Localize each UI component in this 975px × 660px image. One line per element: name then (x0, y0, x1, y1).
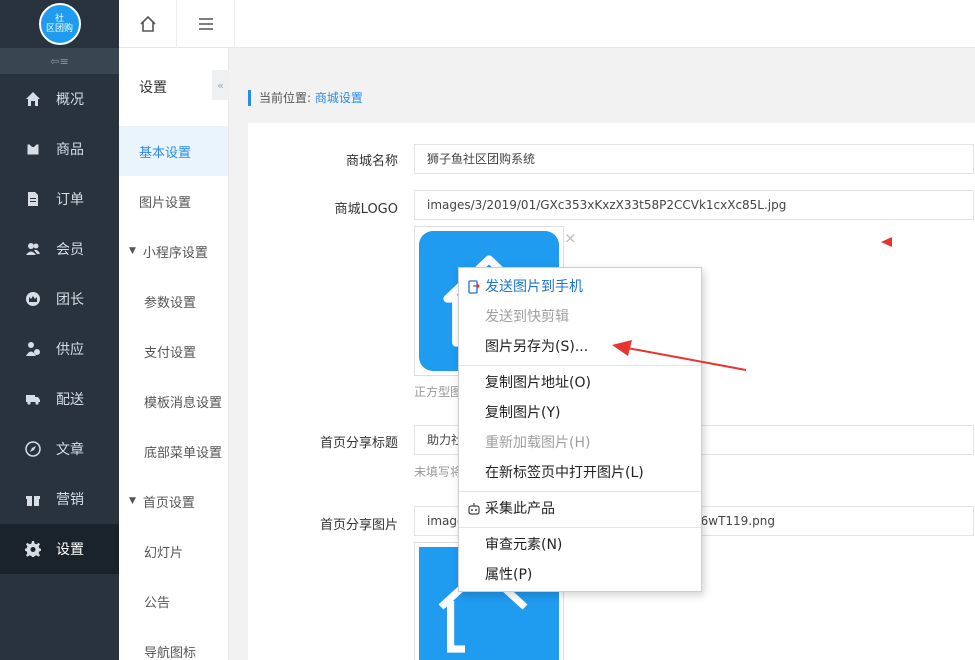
logo-line-1: 社 (54, 14, 64, 24)
sidebar-item-label: 概况 (56, 92, 84, 108)
menu-reload-image[interactable]: 重新加载图片(H) (459, 428, 701, 458)
sidebar-item-overview[interactable]: 概况 (0, 74, 119, 124)
sidebar-item-settings[interactable]: 设置 (0, 524, 119, 574)
sidebar-item-label: 订单 (56, 192, 84, 208)
home-button[interactable] (119, 0, 177, 48)
menu-save-image-as[interactable]: 图片另存为(S)... (459, 332, 701, 362)
subnav-item-params[interactable]: 参数设置 (119, 276, 228, 326)
subnav-item-template-msg[interactable]: 模板消息设置 (119, 376, 228, 426)
subnav-collapse-button[interactable]: « (212, 70, 229, 100)
sidebar-collapse-button[interactable]: ⇦≡ (0, 48, 119, 74)
home-icon (24, 90, 42, 108)
compass-icon (24, 440, 42, 458)
menu-collect-product[interactable]: 采集此产品 (459, 494, 701, 524)
menu-open-image-new-tab[interactable]: 在新标签页中打开图片(L) (459, 458, 701, 488)
logo-hint: 正方型图 (414, 385, 463, 399)
menu-toggle-button[interactable] (177, 0, 235, 48)
sidebar-item-label: 团长 (56, 292, 84, 308)
breadcrumb: 当前位置: 商城设置 (248, 90, 363, 106)
subnav-group-miniapp[interactable]: ▼ 小程序设置 (119, 226, 228, 276)
menu-copy-image-address[interactable]: 复制图片地址(O) (459, 368, 701, 398)
robot-icon (468, 503, 480, 515)
home-outline-icon (139, 15, 156, 32)
main-sidebar: 社 区团购 ⇦≡ 概况 商品 订单 会员 团长 供应 配送 文章 营销 设置 (0, 0, 119, 660)
phone-send-icon (468, 280, 480, 294)
sidebar-item-label: 配送 (56, 392, 84, 408)
caret-down-icon: ▼ (129, 246, 136, 256)
context-menu: 发送图片到手机 发送到快剪辑 图片另存为(S)... 复制图片地址(O) 复制图… (458, 267, 702, 592)
gear-icon (24, 540, 42, 558)
breadcrumb-current[interactable]: 商城设置 (315, 91, 363, 105)
sidebar-item-label: 文章 (56, 442, 84, 458)
menu-copy-image[interactable]: 复制图片(Y) (459, 398, 701, 428)
collapse-left-icon: ⇦≡ (50, 54, 69, 68)
subnav-group-home[interactable]: ▼ 首页设置 (119, 476, 228, 526)
remove-logo-icon[interactable]: × (564, 229, 577, 247)
sidebar-item-label: 供应 (56, 342, 84, 358)
sidebar-item-label: 商品 (56, 142, 84, 158)
shop-logo-label: 商城LOGO (334, 202, 398, 217)
file-icon (24, 190, 42, 208)
share-title-label: 首页分享标题 (319, 436, 398, 451)
top-bar (119, 0, 975, 48)
sidebar-item-members[interactable]: 会员 (0, 224, 119, 274)
hamburger-icon (198, 18, 213, 30)
users-icon (24, 240, 42, 258)
share-title-hint: 未填写将 (414, 465, 463, 479)
crown-icon (24, 290, 42, 308)
subnav-item-payment[interactable]: 支付设置 (119, 326, 228, 376)
bag-icon (24, 140, 42, 158)
menu-separator (459, 491, 701, 492)
shop-name-input[interactable]: 狮子鱼社区团购系统 (414, 144, 974, 174)
sidebar-item-leaders[interactable]: 团长 (0, 274, 119, 324)
sidebar-item-delivery[interactable]: 配送 (0, 374, 119, 424)
subnav-item-image[interactable]: 图片设置 (119, 176, 228, 226)
sidebar-item-orders[interactable]: 订单 (0, 174, 119, 224)
subnav-item-bottom-menu[interactable]: 底部菜单设置 (119, 426, 228, 476)
subnav-item-nav-icons[interactable]: 导航图标 (119, 626, 228, 660)
share-image-value-end: 16wT119.png (693, 514, 775, 528)
menu-separator (459, 365, 701, 366)
sidebar-item-goods[interactable]: 商品 (0, 124, 119, 174)
menu-send-to-phone[interactable]: 发送图片到手机 (459, 272, 701, 302)
subnav-item-basic[interactable]: 基本设置 (119, 126, 228, 176)
menu-inspect-element[interactable]: 审查元素(N) (459, 530, 701, 560)
subnav-item-slides[interactable]: 幻灯片 (119, 526, 228, 576)
share-image-label: 首页分享图片 (319, 518, 398, 533)
logo-area[interactable]: 社 区团购 (0, 0, 119, 48)
logo-line-2: 区团购 (45, 24, 73, 34)
gift-icon (24, 490, 42, 508)
sidebar-item-label: 设置 (56, 542, 84, 558)
shop-name-label: 商城名称 (345, 154, 398, 169)
supplier-icon (24, 340, 42, 358)
subnav-item-notice[interactable]: 公告 (119, 576, 228, 626)
breadcrumb-prefix: 当前位置: (259, 91, 312, 105)
menu-send-to-clipboard-editor[interactable]: 发送到快剪辑 (459, 302, 701, 332)
sidebar-item-label: 会员 (56, 242, 84, 258)
menu-properties[interactable]: 属性(P) (459, 560, 701, 590)
sidebar-item-articles[interactable]: 文章 (0, 424, 119, 474)
shop-logo-input[interactable]: images/3/2019/01/GXc353xKxzX33t58P2CCVk1… (414, 190, 974, 220)
menu-item-label: 发送图片到手机 (485, 279, 583, 295)
truck-icon (24, 390, 42, 408)
sidebar-item-supply[interactable]: 供应 (0, 324, 119, 374)
sidebar-item-marketing[interactable]: 营销 (0, 474, 119, 524)
settings-subnav: 设置 « 基本设置 图片设置 ▼ 小程序设置 参数设置 支付设置 模板消息设置 … (119, 48, 229, 660)
menu-separator (459, 527, 701, 528)
caret-down-icon: ▼ (129, 496, 136, 506)
sidebar-item-label: 营销 (56, 492, 84, 508)
menu-item-label: 采集此产品 (485, 501, 555, 517)
app-logo[interactable]: 社 区团购 (38, 3, 81, 45)
subnav-group-label: 小程序设置 (142, 245, 208, 261)
subnav-group-label: 首页设置 (142, 495, 195, 511)
